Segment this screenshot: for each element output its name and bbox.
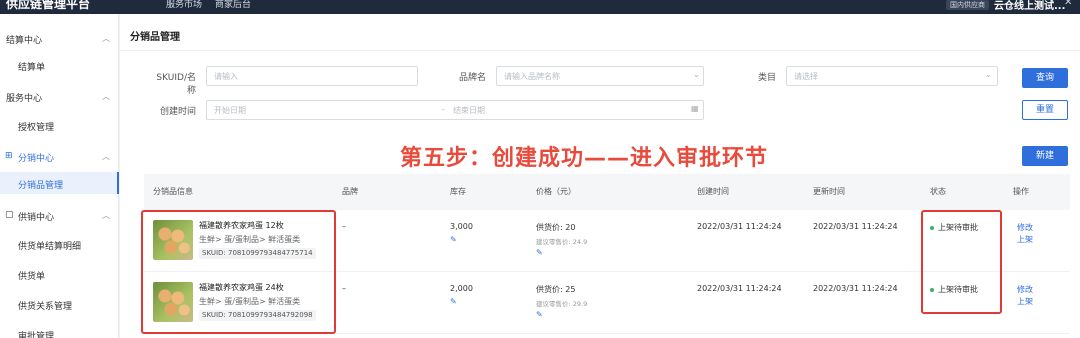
col-brand: 品牌 bbox=[342, 187, 358, 196]
calendar-icon: ▦ bbox=[691, 104, 699, 113]
edit-link[interactable]: 修改 bbox=[1017, 284, 1033, 295]
chevron-up-icon: ︿ bbox=[102, 152, 110, 161]
created-time-label: 创建时间 bbox=[159, 107, 196, 117]
sidebar-item-supply-relation[interactable]: 供货关系管理 bbox=[0, 293, 119, 315]
range-separator: – bbox=[441, 105, 445, 114]
highlight-box-status bbox=[921, 210, 1002, 314]
sidebar-item-label: 结算单 bbox=[18, 63, 46, 73]
col-actions: 操作 bbox=[1013, 187, 1029, 196]
updated-time: 2022/03/31 11:24:24 bbox=[813, 222, 898, 231]
step-annotation: 第五步：创建成功——进入审批环节 bbox=[400, 146, 769, 171]
sidebar-group-distribution[interactable]: ⊞ 分销中心 ︿ bbox=[0, 146, 119, 166]
category-label: 类目 bbox=[757, 73, 776, 83]
updated-time: 2022/03/31 11:24:24 bbox=[813, 284, 898, 293]
date-range-picker[interactable]: 开始日期 – 结束日期 ▦ bbox=[206, 100, 704, 120]
company-name[interactable]: 云仓线上测试... bbox=[994, 0, 1065, 12]
category-select[interactable]: 请选择 ⌄ bbox=[786, 66, 998, 86]
sku-input[interactable]: 请输入 bbox=[206, 66, 418, 86]
chevron-up-icon: ︿ bbox=[102, 92, 110, 101]
retail-price: 建议零售价: 29.9 bbox=[536, 300, 588, 308]
page-title: 分销品管理 bbox=[130, 32, 180, 43]
end-date-placeholder: 结束日期 bbox=[453, 106, 485, 115]
sidebar-item-label: 供货单 bbox=[18, 272, 46, 282]
sidebar-group-service[interactable]: 服务中心 ︿ bbox=[0, 86, 119, 106]
chevron-up-icon: ︿ bbox=[102, 34, 110, 43]
nav-merchant-backend[interactable]: 商家后台 bbox=[215, 0, 251, 10]
sidebar-item-settlement-bill[interactable]: 结算单 bbox=[0, 54, 119, 76]
sidebar-item-supply-order[interactable]: 供货单 bbox=[0, 263, 119, 285]
reset-button[interactable]: 重置 bbox=[1022, 100, 1068, 120]
query-button[interactable]: 查询 bbox=[1022, 68, 1068, 88]
sku-label: SKUID/名称 bbox=[156, 73, 196, 96]
sidebar-group-label: 供销中心 bbox=[18, 213, 55, 223]
start-date-placeholder: 开始日期 bbox=[214, 106, 246, 115]
sidebar-item-label: 分销品管理 bbox=[18, 181, 64, 191]
list-link[interactable]: 上架 bbox=[1017, 234, 1033, 245]
edit-icon[interactable]: ✎ bbox=[536, 310, 543, 319]
sidebar-group-supply[interactable]: ▢ 供销中心 ︿ bbox=[0, 205, 119, 225]
edit-link[interactable]: 修改 bbox=[1017, 222, 1033, 233]
nav-service-market[interactable]: 服务市场 bbox=[166, 0, 202, 10]
sidebar: 结算中心 ︿ 结算单 服务中心 ︿ 授权管理 ⊞ 分销中心 ︿ 分销品管理 ▢ … bbox=[0, 14, 119, 338]
new-button[interactable]: 新建 bbox=[1022, 146, 1068, 166]
top-bar: 供应链管理平台 服务市场 商家后台 国内供应商 云仓线上测试... ✕ bbox=[0, 0, 1080, 14]
edit-icon[interactable]: ✎ bbox=[450, 297, 457, 306]
brand-placeholder: 请输入品牌名称 bbox=[504, 72, 560, 81]
retail-price: 建议零售价: 24.9 bbox=[536, 238, 588, 246]
sidebar-group-label: 结算中心 bbox=[6, 36, 43, 46]
close-icon[interactable]: ✕ bbox=[1064, 0, 1072, 8]
divider bbox=[120, 50, 1080, 51]
list-link[interactable]: 上架 bbox=[1017, 296, 1033, 307]
sidebar-item-label: 供货单结算明细 bbox=[18, 242, 82, 252]
category-placeholder: 请选择 bbox=[794, 72, 818, 81]
grid-icon: ⊞ bbox=[5, 151, 13, 161]
supplier-tag: 国内供应商 bbox=[946, 0, 989, 10]
sidebar-group-settlement[interactable]: 结算中心 ︿ bbox=[0, 28, 119, 48]
chevron-down-icon: ⌄ bbox=[693, 70, 700, 79]
edit-icon[interactable]: ✎ bbox=[450, 235, 457, 244]
col-created: 创建时间 bbox=[697, 187, 729, 196]
chevron-down-icon: ⌄ bbox=[985, 70, 992, 79]
document-icon: ▢ bbox=[5, 210, 14, 220]
col-stock: 库存 bbox=[450, 187, 466, 196]
sidebar-item-supply-settlement[interactable]: 供货单结算明细 bbox=[0, 233, 119, 255]
brand-select[interactable]: 请输入品牌名称 ⌄ bbox=[496, 66, 704, 86]
col-product-info: 分销品信息 bbox=[153, 187, 193, 196]
app-title: 供应链管理平台 bbox=[6, 0, 91, 11]
sidebar-item-approval[interactable]: 审批管理 bbox=[0, 323, 119, 338]
sidebar-item-label: 审批管理 bbox=[18, 332, 55, 338]
supply-price: 供货价: 20 bbox=[536, 223, 576, 232]
stock-value: 2,000 bbox=[450, 284, 473, 293]
sidebar-item-authorization[interactable]: 授权管理 bbox=[0, 114, 119, 136]
table-header: 分销品信息 品牌 库存 价格（元） 创建时间 更新时间 状态 操作 bbox=[144, 174, 1070, 210]
col-price: 价格（元） bbox=[536, 187, 576, 196]
sidebar-item-label: 授权管理 bbox=[18, 123, 55, 133]
col-updated: 更新时间 bbox=[813, 187, 845, 196]
sidebar-group-label: 服务中心 bbox=[6, 94, 43, 104]
created-time: 2022/03/31 11:24:24 bbox=[697, 222, 782, 231]
brand-label: 品牌名 bbox=[458, 73, 486, 83]
chevron-up-icon: ︿ bbox=[102, 211, 110, 220]
stock-value: 3,000 bbox=[450, 222, 473, 231]
supply-price: 供货价: 25 bbox=[536, 285, 576, 294]
brand-value: – bbox=[342, 222, 346, 231]
created-time: 2022/03/31 11:24:24 bbox=[697, 284, 782, 293]
sidebar-group-label: 分销中心 bbox=[18, 154, 55, 164]
sidebar-item-distribution-products[interactable]: 分销品管理 bbox=[0, 172, 119, 194]
col-status: 状态 bbox=[930, 187, 946, 196]
brand-value: – bbox=[342, 284, 346, 293]
highlight-box-products bbox=[141, 210, 336, 334]
sku-placeholder: 请输入 bbox=[214, 72, 238, 81]
edit-icon[interactable]: ✎ bbox=[536, 248, 543, 257]
sidebar-item-label: 供货关系管理 bbox=[18, 302, 73, 312]
